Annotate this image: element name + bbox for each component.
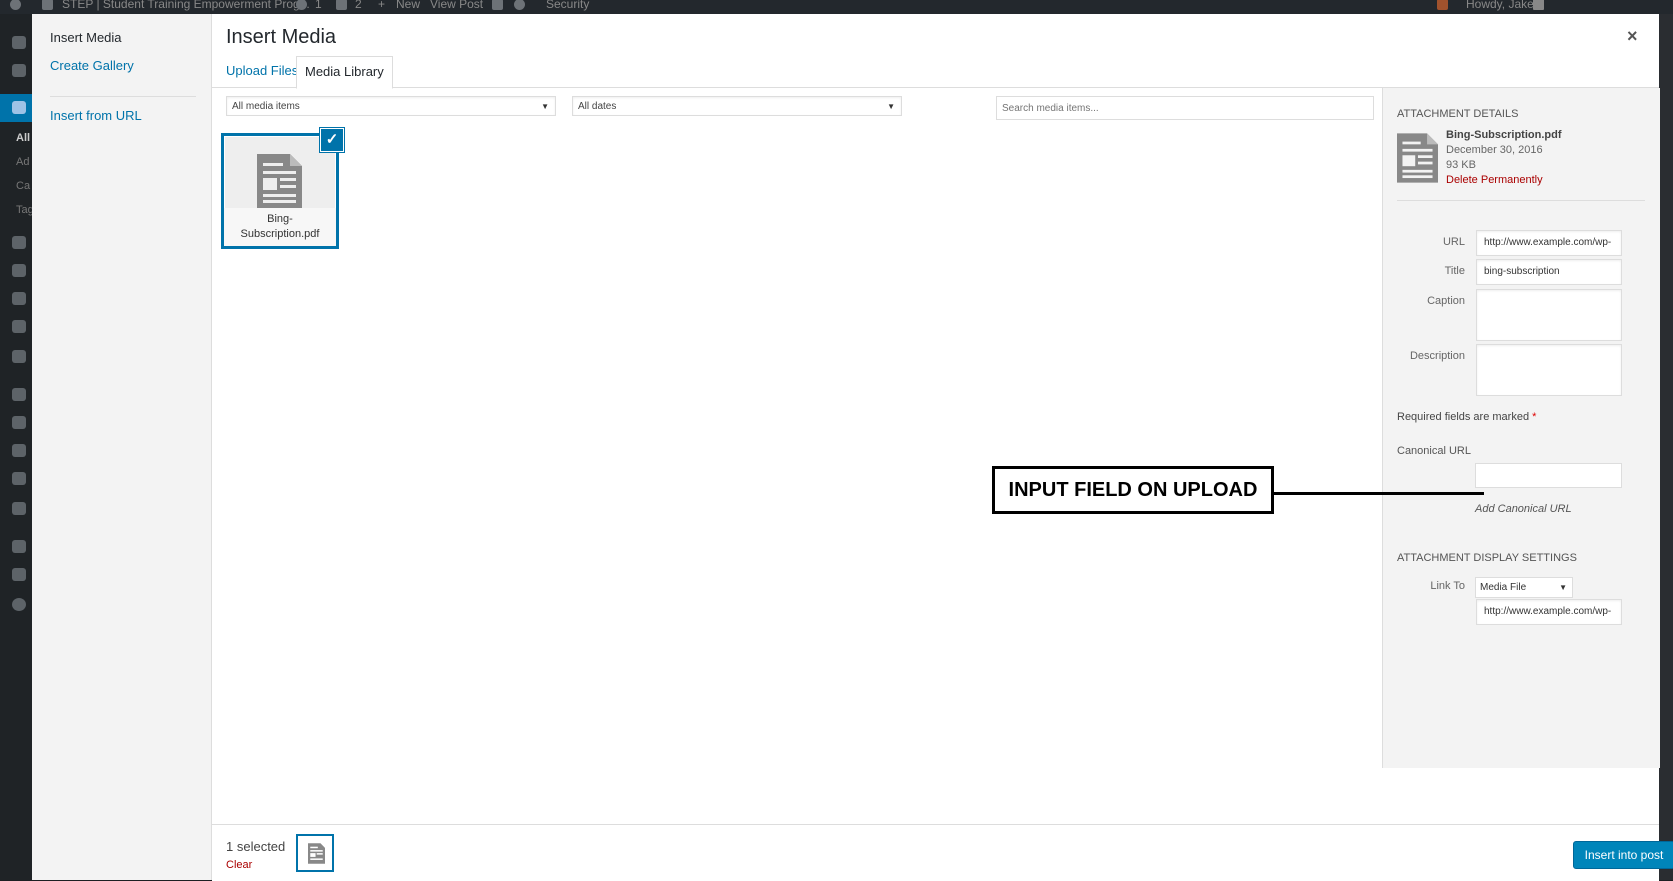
selection-thumbnail[interactable] <box>296 834 334 872</box>
view-post-link[interactable]: View Post <box>430 0 483 11</box>
description-textarea[interactable] <box>1476 344 1622 396</box>
dashboard-icon[interactable] <box>12 36 26 49</box>
caret-down-icon: ▼ <box>1559 583 1567 592</box>
link-to-value: Media File <box>1480 582 1527 593</box>
posts-menu-active[interactable] <box>0 94 32 122</box>
new-link[interactable]: New <box>396 0 420 11</box>
add-canonical-url-hint: Add Canonical URL <box>1475 503 1572 515</box>
title-field[interactable]: bing-subscription <box>1476 259 1622 285</box>
menu-categories[interactable]: Ca <box>16 180 30 192</box>
media-icon[interactable] <box>12 236 26 249</box>
updates-count[interactable]: 1 <box>315 0 322 11</box>
comments-icon <box>336 0 347 11</box>
selection-count: 1 selected <box>226 839 286 854</box>
yoast-icon <box>492 0 503 11</box>
required-text: Required fields are marked <box>1397 411 1530 423</box>
notification-icon <box>1437 0 1448 11</box>
delete-permanently-link[interactable]: Delete Permanently <box>1446 174 1543 186</box>
caret-down-icon: ▼ <box>541 102 549 111</box>
insert-media-modal: Insert Media Create Gallery Insert from … <box>32 14 1673 881</box>
site-title-link[interactable]: STEP | Student Training Empowerment Prog… <box>62 0 310 11</box>
document-icon <box>257 154 302 211</box>
shield-icon <box>514 0 525 11</box>
link-to-label: Link To <box>1430 580 1465 592</box>
annotation-callout: INPUT FIELD ON UPLOAD <box>992 466 1274 514</box>
media-type-filter[interactable]: All media items ▼ <box>226 96 556 116</box>
link-url-field[interactable]: http://www.example.com/wp- <box>1476 599 1622 625</box>
pin-icon <box>12 101 26 114</box>
menu-separator <box>50 96 196 97</box>
plugins-icon[interactable] <box>12 416 26 429</box>
canonical-url-field[interactable] <box>1475 463 1622 488</box>
menu-add-new[interactable]: Ad <box>16 156 29 168</box>
attachment-details-sidebar: Attachment Details Bing-Subscription.pdf… <box>1382 88 1660 768</box>
security-link[interactable]: Security <box>546 0 589 11</box>
updates-icon <box>296 0 307 11</box>
details-filename: Bing-Subscription.pdf <box>1446 129 1562 141</box>
details-separator <box>1397 200 1645 201</box>
menu-insert-from-url[interactable]: Insert from URL <box>50 108 142 123</box>
settings-icon[interactable] <box>12 502 26 515</box>
details-size: 93 KB <box>1446 159 1476 171</box>
caption-label: Caption <box>1427 295 1465 307</box>
seo-icon[interactable] <box>12 540 26 553</box>
link-to-select[interactable]: Media File ▼ <box>1475 577 1573 598</box>
howdy-link[interactable]: Howdy, Jake <box>1466 0 1534 11</box>
close-icon[interactable]: × <box>1627 26 1638 47</box>
page-backdrop-edge <box>1659 14 1673 880</box>
plus-icon: + <box>378 0 386 11</box>
users-icon[interactable] <box>12 444 26 457</box>
search-media-input[interactable] <box>996 96 1374 120</box>
media-toolbar: 1 selected Clear Insert into post <box>212 824 1673 881</box>
display-settings-heading: Attachment Display Settings <box>1397 552 1577 564</box>
media-frame-menu: Insert Media Create Gallery Insert from … <box>32 14 212 880</box>
title-label: Title <box>1444 265 1465 277</box>
tab-upload-files[interactable]: Upload Files <box>218 56 306 86</box>
url-field[interactable]: http://www.example.com/wp- <box>1476 230 1622 256</box>
filename-line-1: Bing- <box>267 213 293 225</box>
tools-icon[interactable] <box>12 472 26 485</box>
wordpress-logo-icon[interactable] <box>10 0 21 11</box>
date-filter[interactable]: All dates ▼ <box>572 96 902 116</box>
caret-down-icon: ▼ <box>887 102 895 111</box>
stats-icon[interactable] <box>12 64 26 77</box>
insert-into-post-button[interactable]: Insert into post <box>1573 841 1673 869</box>
attachment-filename: Bing- Subscription.pdf <box>224 208 336 246</box>
pages-icon[interactable] <box>12 292 26 305</box>
admin-menu: All Ad Ca Tag <box>0 14 34 880</box>
document-icon <box>308 843 325 867</box>
menu-insert-media[interactable]: Insert Media <box>50 30 122 45</box>
caption-textarea[interactable] <box>1476 289 1622 341</box>
url-label: URL <box>1442 236 1465 248</box>
menu-all-posts[interactable]: All <box>16 132 30 144</box>
checkmark-icon[interactable]: ✓ <box>320 128 344 152</box>
attachment-details-heading: Attachment Details <box>1397 108 1519 120</box>
modal-title: Insert Media <box>226 26 337 48</box>
canonical-url-label: Canonical URL <box>1397 445 1471 457</box>
document-icon <box>1397 131 1438 188</box>
router-tabs: Upload Files Media Library <box>212 56 1659 89</box>
annotation-pointer <box>1274 492 1484 495</box>
filename-line-2: Subscription.pdf <box>240 228 320 240</box>
forms-icon[interactable] <box>12 350 26 363</box>
links-icon[interactable] <box>12 264 26 277</box>
appearance-icon[interactable] <box>12 388 26 401</box>
avatar[interactable] <box>1533 0 1544 11</box>
comments-menu-icon[interactable] <box>12 320 26 333</box>
comments-count[interactable]: 2 <box>355 0 362 11</box>
description-label: Description <box>1409 350 1465 362</box>
security-menu-icon[interactable] <box>12 568 26 581</box>
menu-create-gallery[interactable]: Create Gallery <box>50 58 134 73</box>
date-filter-value: All dates <box>578 101 617 112</box>
tab-media-library[interactable]: Media Library <box>296 56 393 89</box>
required-note: Required fields are marked * <box>1397 411 1536 423</box>
media-type-value: All media items <box>232 101 300 112</box>
home-icon <box>42 0 53 11</box>
clear-selection-link[interactable]: Clear <box>226 859 252 871</box>
details-date: December 30, 2016 <box>1446 144 1543 156</box>
admin-bar: STEP | Student Training Empowerment Prog… <box>0 0 1673 14</box>
required-star: * <box>1532 411 1537 423</box>
collapse-icon[interactable] <box>12 598 26 611</box>
